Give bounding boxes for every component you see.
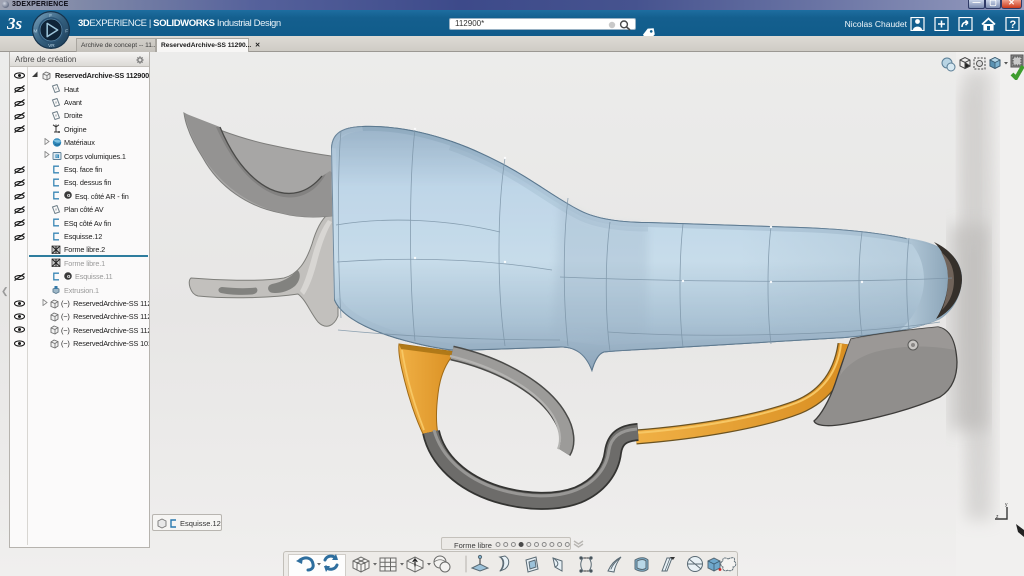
svg-text:❮: ❮ bbox=[1, 286, 9, 297]
svg-text:Esquisse.12: Esquisse.12 bbox=[180, 519, 221, 528]
svg-text:F: F bbox=[49, 13, 52, 19]
svg-text:3s: 3s bbox=[7, 14, 23, 33]
svg-text:VR: VR bbox=[48, 43, 55, 49]
svg-text:?: ? bbox=[1010, 19, 1017, 31]
svg-text:M: M bbox=[33, 28, 37, 34]
svg-text:F: F bbox=[65, 28, 68, 34]
